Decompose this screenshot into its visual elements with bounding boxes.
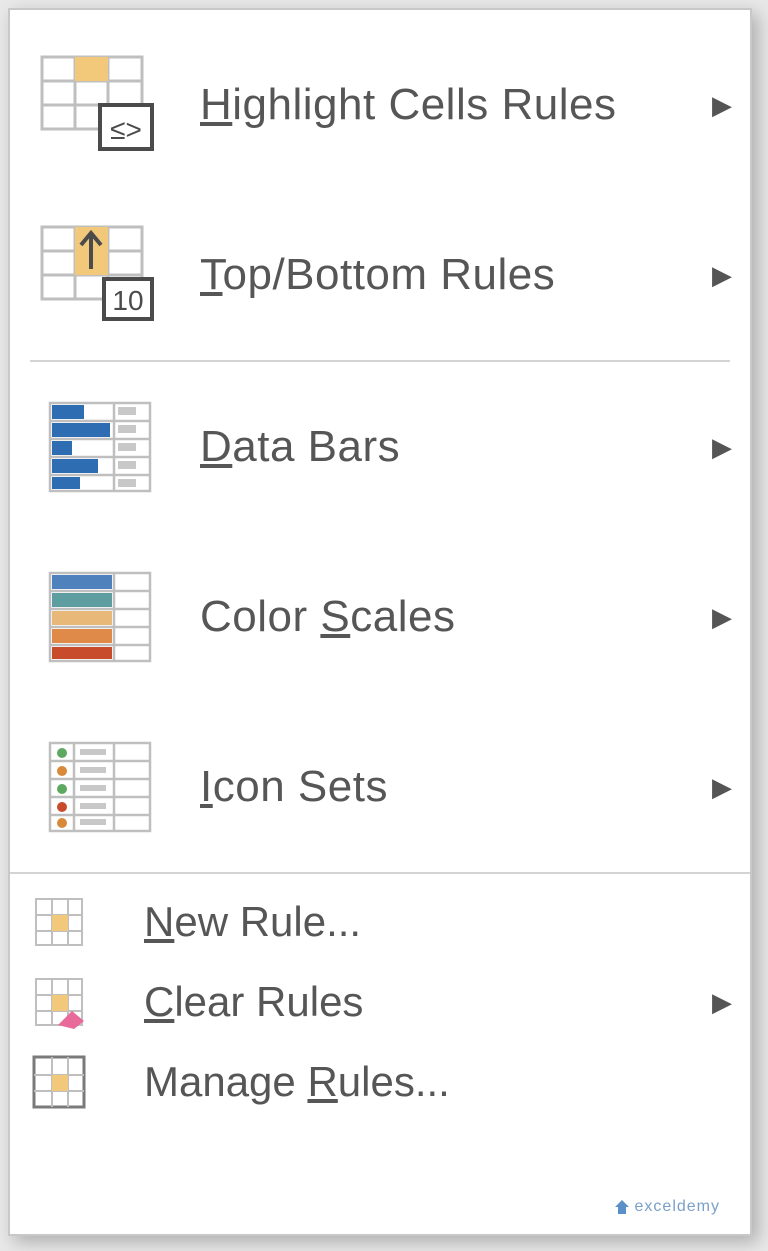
top-bottom-rules-icon: 10 <box>40 225 160 325</box>
icon-sets-icon <box>40 737 160 837</box>
menu-item-label: Manage Rules... <box>144 1058 740 1106</box>
svg-text:≤>: ≤> <box>110 114 142 145</box>
menu-section-bottom: New Rule... Clear R <box>10 872 750 1126</box>
new-rule-icon <box>32 895 86 949</box>
svg-text:10: 10 <box>112 285 143 316</box>
menu-item-label: New Rule... <box>144 898 740 946</box>
menu-item-icon-sets[interactable]: Icon Sets ▶ <box>10 702 750 872</box>
menu-item-manage-rules[interactable]: Manage Rules... <box>10 1042 750 1122</box>
menu-section-top: ≤> Highlight Cells Rules ▶ <box>10 10 750 872</box>
submenu-arrow-icon: ▶ <box>704 432 740 463</box>
color-scales-icon <box>40 567 160 667</box>
submenu-arrow-icon: ▶ <box>704 772 740 803</box>
watermark: exceldemy <box>613 1198 720 1216</box>
submenu-arrow-icon: ▶ <box>704 260 740 291</box>
data-bars-icon <box>40 397 160 497</box>
menu-item-label: Data Bars <box>200 422 704 472</box>
submenu-arrow-icon: ▶ <box>704 90 740 121</box>
menu-item-color-scales[interactable]: Color Scales ▶ <box>10 532 750 702</box>
menu-item-label: Clear Rules <box>144 978 704 1026</box>
menu-item-data-bars[interactable]: Data Bars ▶ <box>10 362 750 532</box>
highlight-cells-rules-icon: ≤> <box>40 55 160 155</box>
submenu-arrow-icon: ▶ <box>704 602 740 633</box>
manage-rules-icon <box>32 1055 86 1109</box>
conditional-formatting-menu: ≤> Highlight Cells Rules ▶ <box>8 8 752 1236</box>
menu-item-highlight-cells-rules[interactable]: ≤> Highlight Cells Rules ▶ <box>10 20 750 190</box>
submenu-arrow-icon: ▶ <box>704 987 740 1018</box>
watermark-icon <box>613 1198 631 1216</box>
clear-rules-icon <box>32 975 86 1029</box>
menu-item-new-rule[interactable]: New Rule... <box>10 882 750 962</box>
menu-item-label: Color Scales <box>200 592 704 642</box>
menu-item-label: Highlight Cells Rules <box>200 80 704 130</box>
menu-item-label: Top/Bottom Rules <box>200 250 704 300</box>
menu-item-top-bottom-rules[interactable]: 10 Top/Bottom Rules ▶ <box>10 190 750 360</box>
menu-item-label: Icon Sets <box>200 762 704 812</box>
menu-item-clear-rules[interactable]: Clear Rules ▶ <box>10 962 750 1042</box>
